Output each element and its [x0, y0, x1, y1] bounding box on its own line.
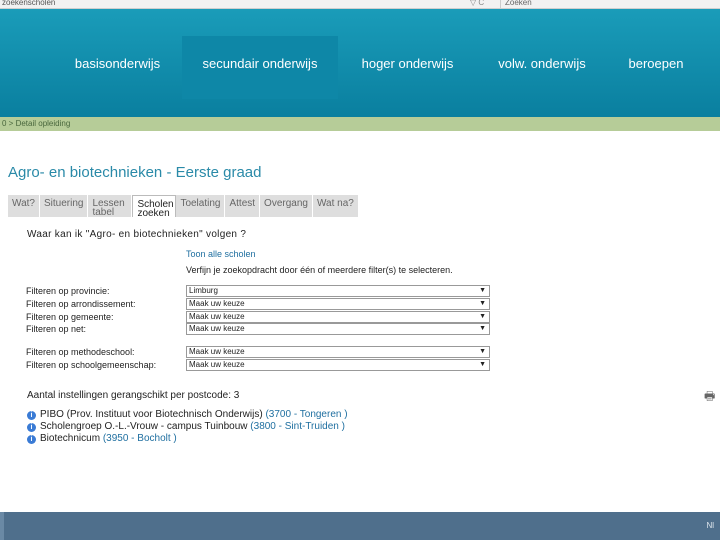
filter-label: Filteren op provincie:: [26, 286, 110, 296]
filter-select-methodeschool[interactable]: Maak uw keuze ▼: [186, 346, 490, 358]
school-name: Biotechnicum: [40, 433, 101, 444]
filter-select-schoolgemeenschap[interactable]: Maak uw keuze ▼: [186, 359, 490, 371]
nav-secundair-onderwijs[interactable]: secundair onderwijs: [182, 36, 338, 99]
tab-attest[interactable]: Attest: [225, 195, 261, 217]
filter-select-gemeente[interactable]: Maak uw keuze ▼: [186, 311, 490, 323]
language-switch[interactable]: Nl: [706, 521, 714, 530]
footer-divider: [0, 512, 4, 540]
reload-icon[interactable]: ▽ C: [470, 0, 484, 7]
tab-situering[interactable]: Situering: [39, 195, 89, 217]
school-location-link[interactable]: (3950 - Bocholt ): [103, 433, 177, 444]
dropdown-arrow-icon: ▼: [479, 361, 486, 368]
dropdown-arrow-icon: ▼: [479, 287, 486, 294]
filter-select-provincie[interactable]: Limburg ▼: [186, 285, 490, 297]
dropdown-arrow-icon: ▼: [479, 313, 486, 320]
dropdown-arrow-icon: ▼: [479, 325, 486, 332]
filter-label: Filteren op gemeente:: [26, 312, 114, 322]
search-question: Waar kan ik "Agro- en biotechnieken" vol…: [27, 229, 247, 240]
browser-search-input[interactable]: Zoeken: [500, 0, 720, 8]
tab-overgang[interactable]: Overgang: [260, 195, 313, 217]
breadcrumb-text[interactable]: 0 > Detail opleiding: [2, 119, 70, 128]
page-title: Agro- en biotechnieken - Eerste graad: [8, 164, 262, 181]
address-bar: zoekenscholen ▽ C Zoeken: [0, 0, 720, 9]
filter-select-net[interactable]: Maak uw keuze ▼: [186, 323, 490, 335]
info-icon[interactable]: i: [27, 411, 36, 420]
school-name: PIBO (Prov. Instituut voor Biotechnisch …: [40, 409, 263, 420]
printer-icon[interactable]: 🖶: [704, 387, 715, 408]
dropdown-arrow-icon: ▼: [479, 348, 486, 355]
url-field[interactable]: zoekenscholen: [2, 0, 55, 7]
nav-hoger-onderwijs[interactable]: hoger onderwijs: [350, 36, 465, 99]
dropdown-arrow-icon: ▼: [479, 300, 486, 307]
nav-beroepen[interactable]: beroepen: [613, 36, 699, 99]
school-location-link[interactable]: (3700 - Tongeren ): [265, 409, 347, 420]
list-item: i Scholengroep O.-L.-Vrouw - campus Tuinb…: [27, 421, 345, 433]
results-count: Aantal instellingen gerangschikt per pos…: [27, 390, 240, 401]
school-name: Scholengroep O.-L.-Vrouw - campus Tuinbo…: [40, 421, 248, 432]
list-item: i PIBO (Prov. Instituut voor Biotechnisch…: [27, 409, 348, 421]
filter-select-arrondissement[interactable]: Maak uw keuze ▼: [186, 298, 490, 310]
list-item: i Biotechnicum (3950 - Bocholt ): [27, 433, 177, 445]
nav-volw-onderwijs[interactable]: volw. onderwijs: [483, 36, 601, 99]
tab-wat-na[interactable]: Wat na?: [312, 195, 359, 217]
info-icon[interactable]: i: [27, 423, 36, 432]
filter-label: Filteren op net:: [26, 324, 87, 334]
filter-label: Filteren op methodeschool:: [26, 347, 135, 357]
footer-bar: Nl: [0, 512, 720, 540]
show-all-schools-link[interactable]: Toon alle scholen: [186, 249, 256, 259]
filter-label: Filteren op schoolgemeenschap:: [26, 360, 157, 370]
school-location-link[interactable]: (3800 - Sint-Truiden ): [250, 421, 345, 432]
info-icon[interactable]: i: [27, 435, 36, 444]
main-navigation: basisonderwijs secundair onderwijs hoger…: [0, 9, 720, 117]
filter-label: Filteren op arrondissement:: [26, 299, 136, 309]
tab-lessentabel[interactable]: Lessen tabel: [88, 195, 133, 218]
tab-toelating[interactable]: Toelating: [176, 195, 226, 217]
nav-basisonderwijs[interactable]: basisonderwijs: [60, 36, 175, 99]
breadcrumb: 0 > Detail opleiding: [0, 117, 720, 131]
tab-bar: Wat? Situering Lessen tabel Scholen zoek…: [8, 195, 388, 219]
tab-wat[interactable]: Wat?: [8, 195, 40, 217]
tab-scholen-zoeken[interactable]: Scholen zoeken: [132, 195, 177, 219]
filter-hint: Verfijn je zoekopdracht door één of meer…: [186, 265, 453, 275]
